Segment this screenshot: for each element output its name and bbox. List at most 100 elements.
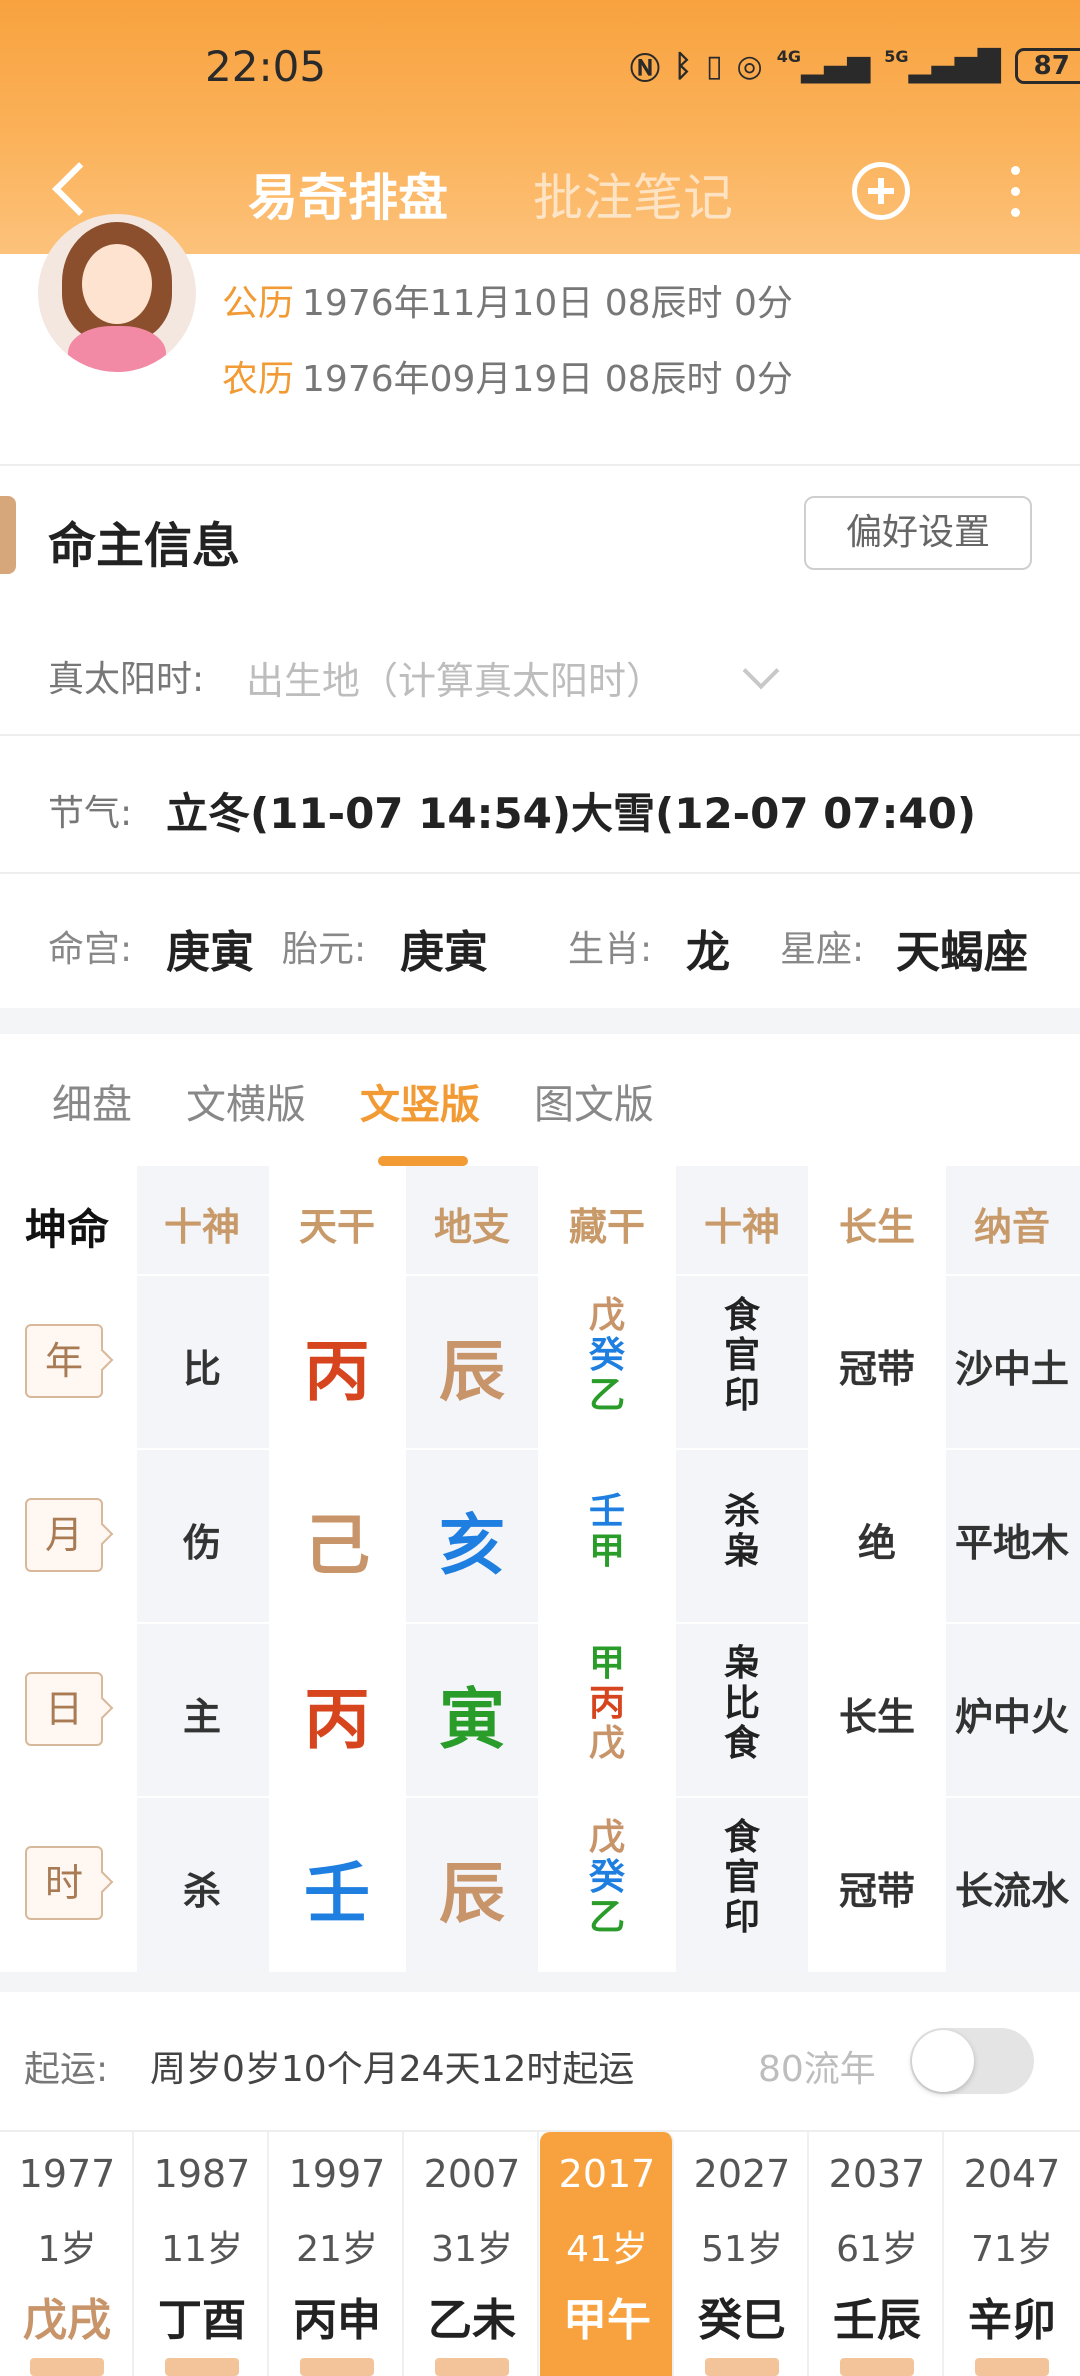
dayun-item[interactable]: 2027 51岁 癸巳 [675,2132,809,2376]
header-shishen: 十神 [163,1205,240,1249]
dayun-item[interactable]: 2037 61岁 壬辰 [810,2132,944,2376]
table-cell: 长流水 [954,1869,1069,1913]
true-solar-time-row[interactable]: 真太阳时: 出生地（计算真太阳时） [0,608,1080,736]
tab-text-horizontal[interactable]: 文横版 [186,1072,306,1130]
info-section-header: 命主信息 偏好设置 [0,466,1080,608]
table-cell: 沙中土 [954,1347,1069,1391]
header-canggan: 藏干 [568,1205,645,1249]
lunar-tag: 农历 [222,359,295,400]
dayun-item[interactable]: 1997 21岁 丙申 [270,2132,404,2376]
status-time: 22:05 [205,42,327,91]
section-title: 命主信息 [48,518,241,574]
liunian-label: 80流年 [758,2049,876,2090]
header-canggan-shishen: 十神 [703,1205,780,1249]
liunian-toggle[interactable] [910,2028,1034,2094]
table-cell: 丙 [304,1681,370,1758]
pillar-hour: 时 [25,1846,103,1920]
dayun-item[interactable]: 1977 1岁 戊戌 [0,2132,134,2376]
solar-date: 1976年11月10日 08辰时 0分 [302,283,793,324]
app-header: 22:05 Ⓝ ᛒ ▯ ◎ 4G▂▄▆ 5G▂▄▆█ 87 易奇排盘 批注笔记 [0,0,1080,254]
tab-detail[interactable]: 细盘 [52,1072,132,1130]
table-cell: 冠带 [838,1347,915,1391]
add-icon[interactable] [852,162,910,220]
birthplace-select[interactable]: 出生地（计算真太阳时） [246,650,664,705]
table-cell: 长生 [838,1695,915,1739]
view-tabs: 细盘 文横版 文竖版 图文版 [0,1034,1080,1166]
table-cell: 亥 [439,1507,505,1584]
battery-icon: 87 [1014,48,1080,84]
table-cell: 寅 [439,1681,505,1758]
chevron-down-icon[interactable] [742,652,780,690]
table-cell: 丙 [304,1333,370,1410]
more-icon[interactable] [1000,162,1030,222]
header-changsheng: 长生 [838,1205,915,1249]
zodiac-value: 龙 [686,927,730,978]
active-tab-indicator [378,1156,468,1166]
zodiac-label: 生肖: [568,929,653,970]
taiyuan-value: 庚寅 [400,927,488,978]
table-cell: 伤 [182,1521,221,1565]
back-icon[interactable] [42,158,102,218]
header-nayin: 纳音 [973,1205,1050,1249]
pillar-year: 年 [25,1324,103,1398]
divider-band [0,1972,1080,1992]
palace-row: 命宫: 庚寅 胎元: 庚寅 生肖: 龙 星座: 天蝎座 [0,874,1080,1008]
tab-notes[interactable]: 批注笔记 [533,158,733,230]
table-cell: 平地木 [954,1521,1069,1565]
fortune-start-label: 起运: [24,2049,109,2090]
hotspot-icon: ◎ [736,48,763,84]
table-cell: 炉中火 [954,1695,1069,1739]
table-cell: 食 官 印 [723,1295,760,1416]
status-icons: Ⓝ ᛒ ▯ ◎ 4G▂▄▆ 5G▂▄▆█ 87 [630,44,1080,88]
table-cell: 辰 [439,1333,505,1410]
taiyuan-label: 胎元: [282,929,367,970]
lunar-date: 1976年09月19日 08辰时 0分 [302,359,793,400]
vibrate-icon: ▯ [706,48,723,84]
profile-card: 公历 1976年11月10日 08辰时 0分 农历 1976年09月19日 08辰时… [0,214,1080,466]
dayun-item[interactable]: 1987 11岁 丁酉 [135,2132,269,2376]
status-bar: 22:05 Ⓝ ᛒ ▯ ◎ 4G▂▄▆ 5G▂▄▆█ 87 [0,0,1080,130]
dayun-item[interactable]: 2007 31岁 乙未 [405,2132,539,2376]
pillar-month: 月 [25,1498,103,1572]
pillar-day: 日 [25,1672,103,1746]
solar-term-label: 节气: [48,793,133,834]
table-cell: 冠带 [838,1869,915,1913]
table-cell: 主 [182,1695,221,1739]
fortune-start-value: 周岁0岁10个月24天12时起运 [150,2049,635,2090]
dayun-item-active[interactable]: 2017 41岁 甲午 [540,2132,674,2376]
table-cell: 绝 [857,1521,896,1565]
table-cell: 甲 丙 戊 [588,1643,625,1764]
tab-text-vertical[interactable]: 文竖版 [360,1072,480,1130]
minggong-label: 命宫: [48,929,133,970]
table-cell: 比 [182,1347,221,1391]
solar-term-value: 立冬(11-07 14:54)大雪(12-07 07:40) [166,789,977,838]
nfc-icon: Ⓝ [630,52,660,87]
table-cell: 杀 枭 [723,1491,760,1572]
table-cell: 戊 癸 乙 [588,1295,625,1416]
preference-settings-button[interactable]: 偏好设置 [804,496,1032,570]
bluetooth-icon: ᛒ [674,48,692,84]
dayun-item[interactable]: 2047 71岁 辛卯 [945,2132,1079,2376]
solar-date-row: 公历 1976年11月10日 08辰时 0分 [222,274,793,326]
signal-5g-icon: 5G▂▄▆█ [884,46,1001,84]
table-cell: 枭 比 食 [723,1643,760,1764]
avatar[interactable] [38,214,196,372]
section-accent-bar [0,496,16,574]
minggong-value: 庚寅 [166,927,254,978]
solar-tag: 公历 [222,283,295,324]
tab-paipan[interactable]: 易奇排盘 [248,158,448,230]
fortune-start-row: 起运: 周岁0岁10个月24天12时起运 80流年 [0,1992,1080,2132]
dayun-strip: 1977 1岁 戊戌 1987 11岁 丁酉 1997 21岁 丙申 2007 … [0,2132,1080,2376]
table-cell: 杀 [182,1869,221,1913]
constellation-label: 星座: [780,929,865,970]
header-tiangan: 天干 [298,1205,375,1249]
signal-4g-icon: 4G▂▄▆ [776,46,871,84]
toggle-knob [912,2030,974,2092]
table-cell: 辰 [439,1855,505,1932]
tab-graphic[interactable]: 图文版 [534,1072,654,1130]
constellation-value: 天蝎座 [896,927,1028,978]
table-cell: 壬 甲 [588,1491,625,1572]
true-solar-time-label: 真太阳时: [48,659,205,700]
chart-corner: 坤命 [24,1205,109,1254]
table-cell: 己 [304,1507,370,1584]
